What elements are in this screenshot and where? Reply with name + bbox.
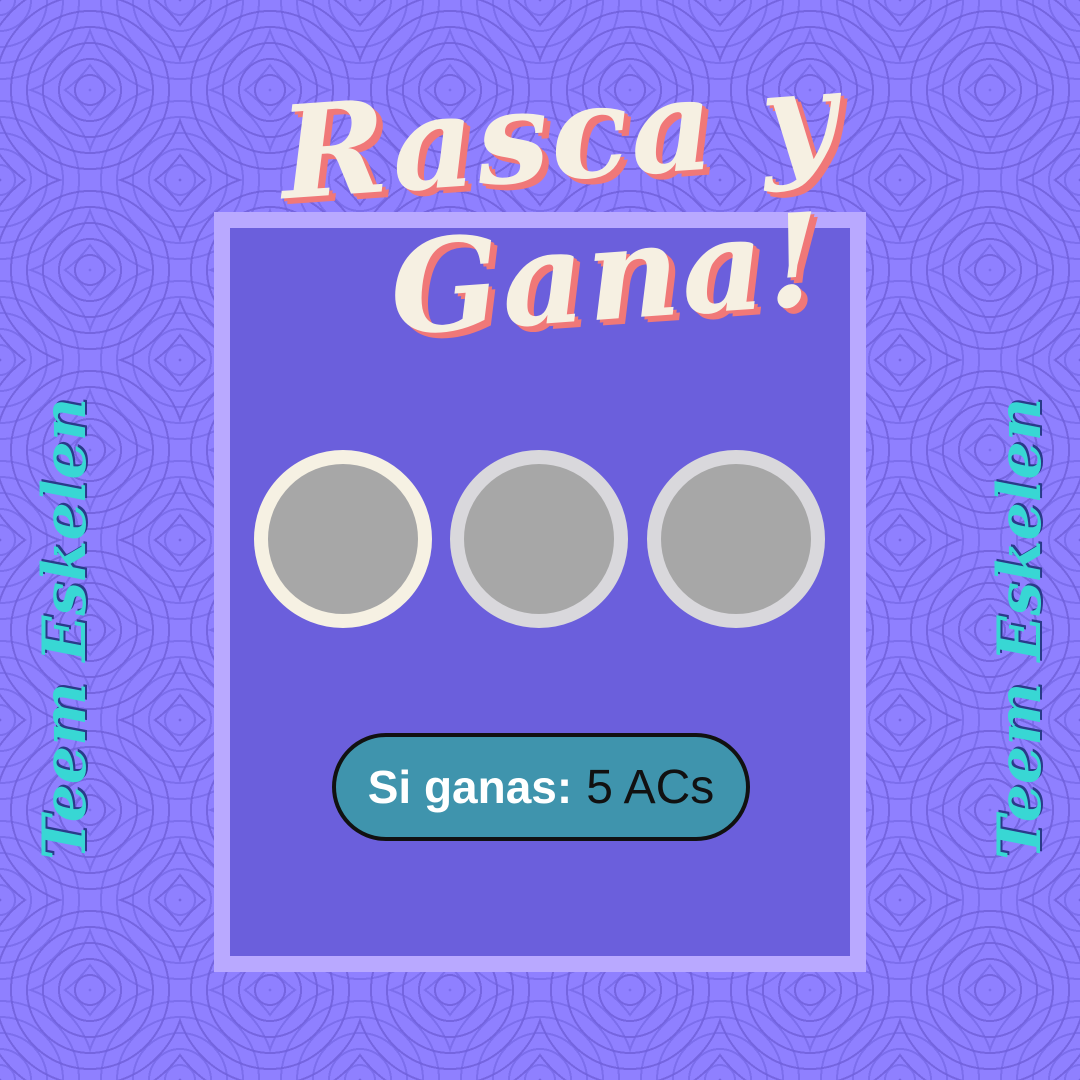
title-line-2: Gana! (385, 185, 830, 365)
scratch-coin-2[interactable] (450, 450, 628, 628)
prize-value: 5 ACs (586, 760, 715, 814)
prize-pill: Si ganas: 5 ACs (332, 733, 750, 841)
side-text-left: Teem Eskelen (30, 397, 100, 860)
scratch-card-screen: Rasca y Gana! Teem Eskelen Teem Eskelen … (0, 0, 1080, 1080)
scratch-coin-3[interactable] (647, 450, 825, 628)
side-text-right: Teem Eskelen (985, 397, 1055, 860)
prize-label: Si ganas: (367, 761, 573, 813)
scratch-coin-1[interactable] (254, 450, 432, 628)
scratch-coins (254, 450, 826, 630)
